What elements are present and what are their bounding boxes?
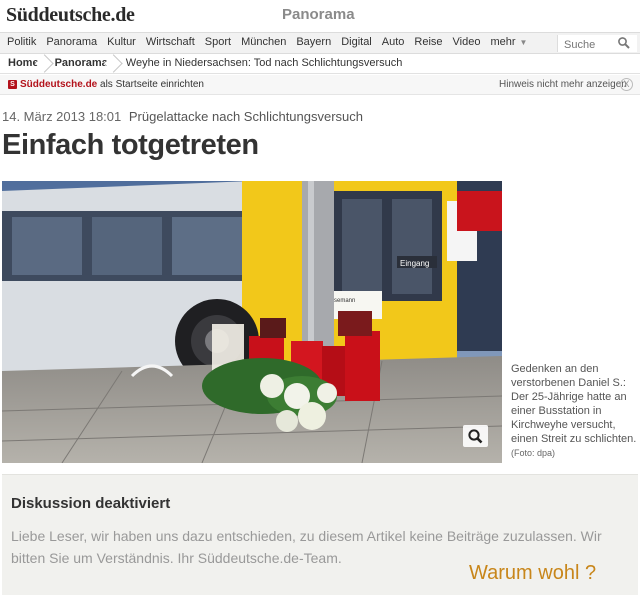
nav-more-menu[interactable]: mehr ▼ [485,36,532,48]
nav-item-video[interactable]: Video [448,36,486,48]
search-icon[interactable] [617,36,631,50]
search-input[interactable] [558,37,616,53]
startbar-brand: Süddeutsche.de [20,79,98,90]
nav-item-reise[interactable]: Reise [409,36,447,48]
nav-item-münchen[interactable]: München [236,36,291,48]
memorial-photo: Eingang Joh. H. Mosemann [2,181,502,463]
nav-item-sport[interactable]: Sport [200,36,236,48]
handwritten-remark: Warum wohl ? [469,562,597,584]
top-bar: Süddeutsche.de Panorama [0,0,640,32]
breadcrumb-section[interactable]: Panorama [47,54,116,73]
set-startpage-link[interactable]: Süddeutsche.de als Startseite einrichten [20,79,204,90]
main-nav: Politik Panorama Kultur Wirtschaft Sport Münc… [0,32,640,54]
photo-bus-sign: Eingang [400,259,429,268]
nav-items: Politik Panorama Kultur Wirtschaft Sport Münc… [2,36,532,48]
nav-item-politik[interactable]: Politik [2,36,41,48]
zoom-button[interactable] [463,425,488,447]
discussion-box: Diskussion deaktiviert Liebe Leser, wir … [2,474,638,595]
sz-logo-icon: S [8,80,17,89]
search-box[interactable] [557,35,637,53]
nav-item-auto[interactable]: Auto [377,36,410,48]
nav-more-label: mehr [490,36,516,48]
article-date: 14. März 2013 18:01 [2,109,122,124]
chevron-down-icon: ▼ [519,37,528,47]
article-kicker: Prügelattacke nach Schlichtungsversuch [128,109,364,124]
breadcrumb-current: Weyhe in Niedersachsen: Tod nach Schlich… [125,57,403,69]
discussion-title: Diskussion deaktiviert [11,495,171,512]
magnifier-icon [468,429,483,444]
section-title[interactable]: Panorama [282,6,355,23]
hide-hint-link[interactable]: Hinweis nicht mehr anzeigen [499,79,627,90]
startpage-bar: S Süddeutsche.de als Startseite einricht… [0,75,640,95]
nav-item-digital[interactable]: Digital [336,36,377,48]
site-logo[interactable]: Süddeutsche.de [6,4,135,27]
nav-item-bayern[interactable]: Bayern [291,36,336,48]
breadcrumb-home[interactable]: Home [0,54,47,73]
close-icon[interactable]: X [620,78,633,91]
photo-credit: (Foto: dpa) [511,448,556,458]
article-photo[interactable]: Eingang Joh. H. Mosemann [2,181,502,463]
startbar-text: als Startseite einrichten [97,79,204,90]
nav-item-wirtschaft[interactable]: Wirtschaft [141,36,200,48]
breadcrumb: Home Panorama Weyhe in Niedersachsen: To… [0,54,640,74]
article-headline: Einfach totgetreten [2,129,259,161]
nav-item-kultur[interactable]: Kultur [102,36,141,48]
photo-caption: Gedenken an den verstorbenen Daniel S.: … [511,362,639,460]
caption-text: Gedenken an den verstorbenen Daniel S.: … [511,363,637,445]
nav-item-panorama[interactable]: Panorama [41,36,102,48]
article-dateline: 14. März 2013 18:01 Prügelattacke nach S… [2,109,363,124]
